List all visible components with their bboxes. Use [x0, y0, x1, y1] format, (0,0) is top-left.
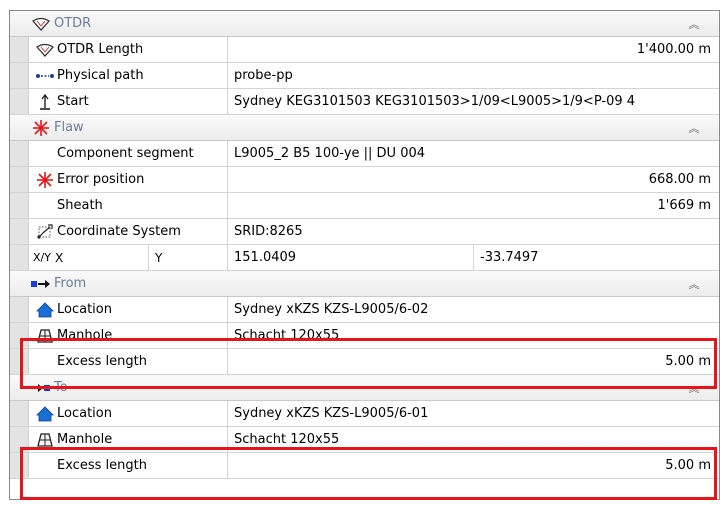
location-house-icon: [33, 300, 57, 320]
row-from-excess-length: Excess length 5.00 m: [10, 349, 719, 375]
section-title: Flaw: [54, 120, 84, 135]
row-to-manhole: Manhole Schacht 120x55: [10, 427, 719, 453]
row-physical-path: Physical path probe-pp: [10, 63, 719, 89]
row-from-manhole: Manhole Schacht 120x55: [10, 323, 719, 349]
row-label: Location: [57, 406, 112, 421]
row-label: Location: [57, 302, 112, 317]
flaw-star-icon: [33, 170, 57, 190]
row-value[interactable]: 1'400.00 m: [228, 37, 719, 62]
row-value[interactable]: Sydney xKZS KZS-L9005/6-01: [228, 401, 719, 426]
section-header-flaw[interactable]: Flaw ︽: [10, 115, 719, 141]
section-header-otdr[interactable]: OTDR ︽: [10, 11, 719, 37]
section-title: From: [54, 276, 87, 291]
otdr-icon: [29, 14, 53, 34]
row-value[interactable]: Schacht 120x55: [228, 427, 719, 452]
row-from-location: Location Sydney xKZS KZS-L9005/6-02: [10, 297, 719, 323]
row-to-location: Location Sydney xKZS KZS-L9005/6-01: [10, 401, 719, 427]
row-value[interactable]: 5.00 m: [228, 453, 719, 478]
row-error-position: Error position 668.00 m: [10, 167, 719, 193]
section-title: OTDR: [54, 16, 92, 31]
property-grid: OTDR ︽ OTDR Length 1'400.00 m Physical p…: [9, 10, 720, 500]
row-value[interactable]: 1'669 m: [228, 193, 719, 218]
row-value[interactable]: SRID:8265: [228, 219, 719, 244]
row-value[interactable]: 668.00 m: [228, 167, 719, 192]
manhole-icon: [33, 430, 57, 450]
row-value[interactable]: probe-pp: [228, 63, 719, 88]
row-start: Start Sydney KEG3101503 KEG3101503>1/09<…: [10, 89, 719, 115]
collapse-chevron-icon[interactable]: ︽: [685, 275, 703, 293]
row-value[interactable]: Schacht 120x55: [228, 323, 719, 348]
flaw-star-icon: [29, 118, 53, 138]
row-value[interactable]: 5.00 m: [228, 349, 719, 374]
section-header-to[interactable]: To ︽: [10, 375, 719, 401]
x-value[interactable]: 151.0409: [228, 245, 474, 270]
row-label: Error position: [57, 172, 145, 187]
row-value[interactable]: L9005_2 B5 100-ye || DU 004: [228, 141, 719, 166]
row-label: Component segment: [57, 146, 194, 161]
collapse-chevron-icon[interactable]: ︽: [685, 119, 703, 137]
row-otdr-length: OTDR Length 1'400.00 m: [10, 37, 719, 63]
row-label: Manhole: [57, 432, 113, 447]
x-label: X: [53, 245, 149, 270]
location-house-icon: [33, 404, 57, 424]
row-label: Start: [57, 94, 89, 109]
row-label: Manhole: [57, 328, 113, 343]
start-marker-icon: [33, 92, 57, 112]
manhole-icon: [33, 326, 57, 346]
row-label: Sheath: [57, 198, 103, 213]
row-value[interactable]: Sydney xKZS KZS-L9005/6-02: [228, 297, 719, 322]
coordinate-system-icon: [33, 222, 57, 242]
from-arrow-icon: [29, 274, 53, 294]
xy-prefix: X/Y: [33, 251, 51, 264]
row-label: Coordinate System: [57, 224, 181, 239]
y-value[interactable]: -33.7497: [474, 245, 719, 270]
row-label: OTDR Length: [57, 42, 144, 57]
row-sheath: Sheath 1'669 m: [10, 193, 719, 219]
y-label: Y: [155, 250, 163, 265]
collapse-chevron-icon[interactable]: ︽: [685, 15, 703, 33]
row-label: Excess length: [57, 354, 147, 369]
row-to-excess-length: Excess length 5.00 m: [10, 453, 719, 479]
section-header-from[interactable]: From ︽: [10, 271, 719, 297]
row-coordinate-system: Coordinate System SRID:8265: [10, 219, 719, 245]
dashed-path-icon: [33, 66, 57, 86]
row-value[interactable]: Sydney KEG3101503 KEG3101503>1/09<L9005>…: [228, 89, 719, 114]
row-label: Physical path: [57, 68, 144, 83]
to-arrow-icon: [29, 378, 53, 398]
row-xy: X/Y X Y 151.0409 -33.7497: [10, 245, 719, 271]
row-component-segment: Component segment L9005_2 B5 100-ye || D…: [10, 141, 719, 167]
otdr-icon: [33, 40, 57, 60]
section-title: To: [54, 380, 68, 395]
collapse-chevron-icon[interactable]: ︽: [685, 379, 703, 397]
row-label: Excess length: [57, 458, 147, 473]
